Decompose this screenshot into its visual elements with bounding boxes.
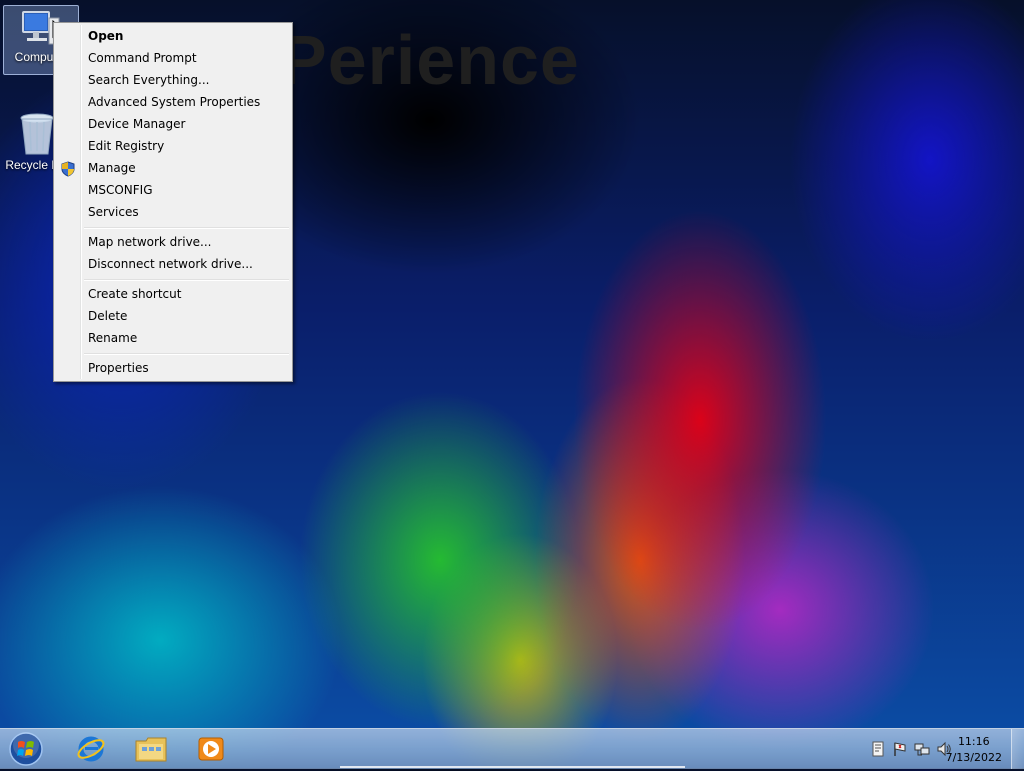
windows-explorer-icon	[135, 737, 167, 762]
menu-separator	[84, 227, 289, 229]
wallpaper-brand-text: Perience	[280, 21, 580, 99]
start-button[interactable]	[6, 731, 46, 767]
clock-time: 11:16	[957, 735, 990, 748]
context-menu: Open Command Prompt Search Everything...…	[53, 22, 293, 382]
windows-orb-icon	[9, 732, 43, 766]
menu-item-command-prompt[interactable]: Command Prompt	[88, 48, 197, 68]
taskbar-internet-explorer[interactable]	[62, 731, 120, 767]
media-player-icon	[198, 737, 224, 761]
menu-item-create-shortcut[interactable]: Create shortcut	[88, 284, 181, 304]
menu-item-search-everything[interactable]: Search Everything...	[88, 70, 209, 90]
recycle-bin-icon	[20, 113, 54, 155]
system-tray: 11:16 7/13/2022	[824, 729, 1024, 769]
menu-item-map-network-drive[interactable]: Map network drive...	[88, 232, 212, 252]
notification-icon[interactable]	[870, 741, 886, 757]
internet-explorer-icon	[77, 736, 105, 762]
menu-icon-gutter	[80, 25, 82, 379]
menu-item-rename[interactable]: Rename	[88, 328, 137, 348]
taskbar-clock[interactable]: 11:16 7/13/2022	[946, 734, 1002, 766]
show-desktop-button[interactable]	[1011, 729, 1024, 769]
taskbar-media-player[interactable]	[182, 731, 240, 767]
menu-item-services[interactable]: Services	[88, 202, 139, 222]
uac-shield-icon	[61, 161, 75, 177]
menu-item-edit-registry[interactable]: Edit Registry	[88, 136, 164, 156]
menu-separator	[84, 279, 289, 281]
taskbar-windows-explorer[interactable]	[122, 731, 180, 767]
menu-item-disconnect-network-drive[interactable]: Disconnect network drive...	[88, 254, 253, 274]
menu-separator	[84, 353, 289, 355]
menu-item-delete[interactable]: Delete	[88, 306, 127, 326]
menu-item-manage[interactable]: Manage	[88, 158, 136, 178]
menu-item-properties[interactable]: Properties	[88, 358, 149, 378]
menu-item-open[interactable]: Open	[88, 26, 123, 46]
network-icon[interactable]	[914, 741, 930, 757]
menu-item-msconfig[interactable]: MSCONFIG	[88, 180, 153, 200]
menu-item-advanced-system-properties[interactable]: Advanced System Properties	[88, 92, 260, 112]
menu-item-device-manager[interactable]: Device Manager	[88, 114, 185, 134]
action-center-flag-icon[interactable]	[892, 741, 908, 757]
clock-date: 7/13/2022	[945, 751, 1002, 764]
taskbar: 11:16 7/13/2022	[0, 728, 1024, 769]
